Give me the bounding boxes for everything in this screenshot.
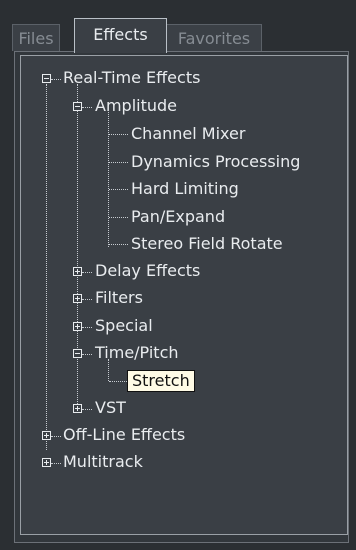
tree-connector bbox=[82, 354, 92, 355]
tree-item-hard-limiting[interactable]: Hard Limiting bbox=[131, 178, 239, 200]
tree-item-multitrack[interactable]: Multitrack bbox=[63, 451, 143, 473]
tree-item-pan-expand[interactable]: Pan/Expand bbox=[131, 206, 225, 228]
tree-item-stereo-field-rotate[interactable]: Stereo Field Rotate bbox=[131, 233, 283, 255]
collapse-icon[interactable] bbox=[73, 102, 82, 111]
tree-connector bbox=[109, 189, 128, 190]
tree-connector bbox=[109, 162, 128, 163]
tree-connector bbox=[77, 84, 78, 410]
collapse-icon[interactable] bbox=[73, 349, 82, 358]
tree-item-delay-effects[interactable]: Delay Effects bbox=[95, 260, 200, 282]
tree-connector bbox=[109, 244, 128, 245]
tab-files[interactable]: Files bbox=[12, 24, 60, 51]
tree-connector bbox=[46, 84, 47, 450]
tree-item-channel-mixer[interactable]: Channel Mixer bbox=[131, 123, 245, 145]
tree-connector bbox=[51, 79, 61, 80]
tree-connector bbox=[82, 299, 92, 300]
tree-connector bbox=[82, 107, 92, 108]
tree-connector bbox=[109, 217, 128, 218]
tree-connector bbox=[109, 134, 128, 135]
tab-favorites[interactable]: Favorites bbox=[166, 24, 262, 51]
expand-icon[interactable] bbox=[73, 267, 82, 276]
collapse-icon[interactable] bbox=[42, 74, 51, 83]
tree-item-filters[interactable]: Filters bbox=[95, 287, 143, 309]
expand-icon[interactable] bbox=[73, 322, 82, 331]
tree-connector bbox=[82, 272, 92, 273]
tree-connector bbox=[51, 436, 61, 437]
tree-item-stretch[interactable]: Stretch bbox=[127, 370, 195, 392]
expand-icon[interactable] bbox=[42, 458, 51, 467]
expand-icon[interactable] bbox=[42, 431, 51, 440]
tree-connector bbox=[82, 327, 92, 328]
effects-tree[interactable]: Real-Time Effects Amplitude Channel Mixe… bbox=[20, 55, 348, 535]
tab-effects[interactable]: Effects bbox=[74, 18, 167, 53]
tree-connector bbox=[51, 463, 61, 464]
expand-icon[interactable] bbox=[73, 404, 82, 413]
tree-item-dynamics-processing[interactable]: Dynamics Processing bbox=[131, 151, 300, 173]
tree-connector bbox=[108, 359, 109, 381]
expand-icon[interactable] bbox=[73, 294, 82, 303]
effects-panel-tabs: Files Effects Favorites bbox=[12, 18, 352, 53]
tree-connector bbox=[108, 112, 109, 247]
tree-item-off-line-effects[interactable]: Off-Line Effects bbox=[63, 424, 185, 446]
tree-item-special[interactable]: Special bbox=[95, 315, 153, 337]
tree-connector bbox=[82, 409, 92, 410]
tree-item-vst[interactable]: VST bbox=[95, 397, 126, 419]
tree-item-real-time-effects[interactable]: Real-Time Effects bbox=[63, 67, 200, 89]
tree-connector bbox=[109, 381, 127, 382]
